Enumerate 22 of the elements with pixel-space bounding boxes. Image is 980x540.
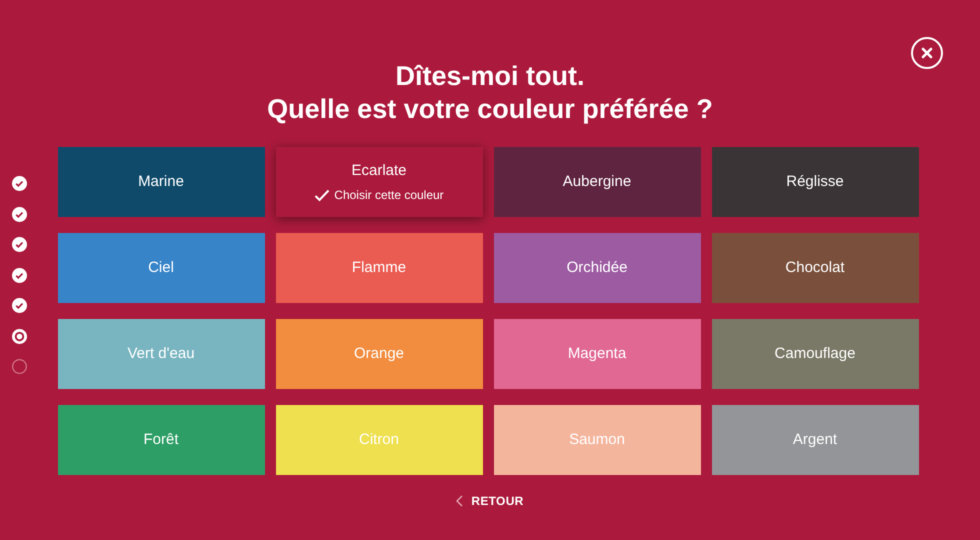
color-tile[interactable]: Flamme [276, 233, 482, 303]
color-tile[interactable]: Argent [712, 405, 918, 475]
color-tile[interactable]: Chocolat [712, 233, 918, 303]
question-title: Quelle est votre couleur préférée ? [267, 93, 713, 126]
color-tile[interactable]: Orchidée [494, 233, 700, 303]
back-link[interactable]: RETOUR [456, 492, 524, 510]
color-tile[interactable]: Vert d'eau [58, 319, 264, 389]
color-tile[interactable]: Forêt [58, 405, 264, 475]
color-tile[interactable]: Magenta [494, 319, 700, 389]
close-button[interactable] [911, 37, 943, 69]
question-title: Dîtes-moi tout. [395, 60, 584, 93]
close-icon [921, 47, 933, 59]
color-tile[interactable]: Camouflage [712, 319, 918, 389]
color-tile[interactable]: Ciel [58, 233, 264, 303]
color-tile[interactable]: Marine [58, 147, 264, 217]
color-tile[interactable]: Réglisse [712, 147, 918, 217]
chevron-left-icon [456, 495, 464, 507]
choose-label: Choisir cette couleur [334, 187, 444, 204]
color-tile[interactable]: Orange [276, 319, 482, 389]
color-tile[interactable]: Aubergine [494, 147, 700, 217]
check-icon [314, 188, 330, 202]
color-tile[interactable]: Ecarlate Choisir cette couleur [276, 147, 482, 217]
